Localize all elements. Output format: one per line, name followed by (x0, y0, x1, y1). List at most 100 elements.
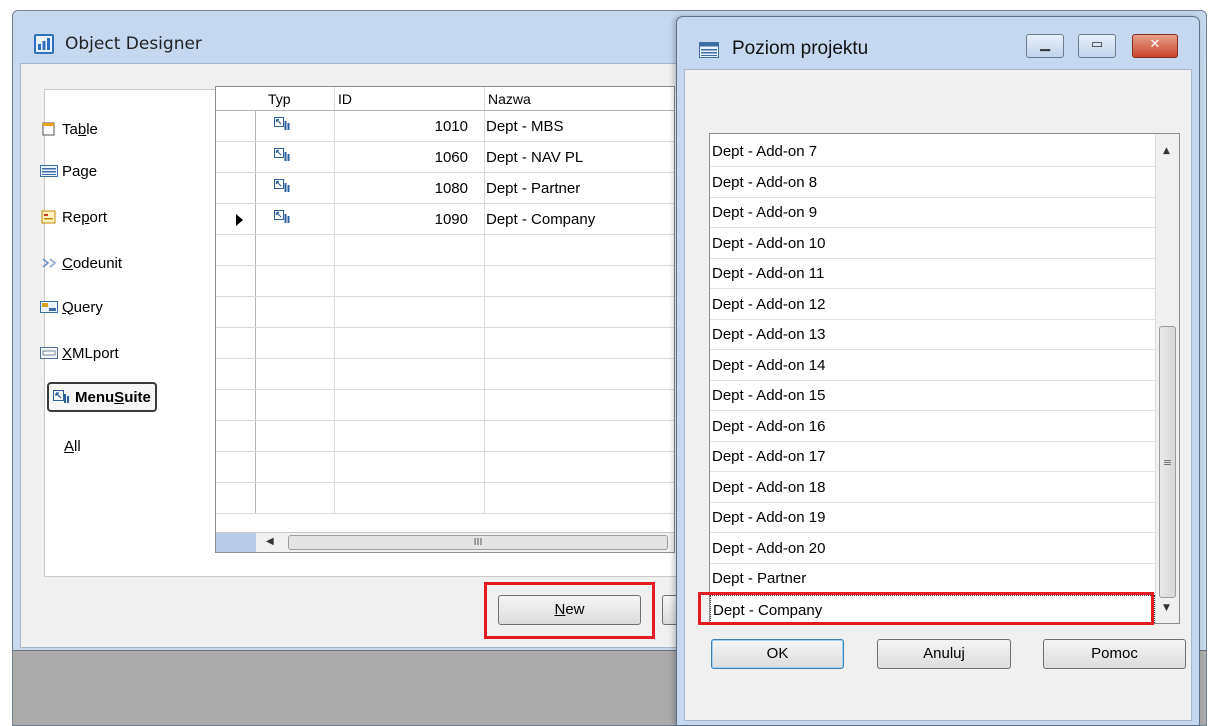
dialog-table-icon (699, 42, 719, 58)
project-level-list[interactable]: Dept - Add-on 7 Dept - Add-on 8 Dept - Add… (709, 133, 1180, 624)
help-button[interactable]: Pomoc (1043, 639, 1186, 669)
table-row[interactable]: 1090 Dept - Company (216, 204, 674, 235)
table-row[interactable] (216, 328, 674, 359)
scroll-up-arrow-icon[interactable]: ▲ (1163, 146, 1170, 156)
list-item[interactable]: Dept - Add-on 12 (710, 290, 1155, 320)
list-item[interactable]: Dept - Add-on 14 (710, 351, 1155, 381)
maximize-icon: ▭ (1090, 37, 1104, 52)
type-table[interactable]: Table (40, 116, 98, 142)
table-row[interactable] (216, 390, 674, 421)
horizontal-scroll-thumb[interactable]: III (288, 535, 668, 550)
object-designer-icon (34, 34, 54, 54)
list-item[interactable]: Dept - Add-on 8 (710, 168, 1155, 198)
ok-button[interactable]: OK (711, 639, 844, 669)
column-divider (334, 111, 335, 141)
list-item[interactable]: Dept - Add-on 20 (710, 534, 1155, 564)
list-item[interactable]: Dept - Partner (710, 564, 1155, 594)
list-item[interactable]: Dept - Add-on 7 (710, 137, 1155, 167)
type-page[interactable]: Page (40, 158, 97, 184)
row-selector[interactable] (216, 235, 256, 265)
column-divider (334, 173, 335, 203)
type-table-label: Table (62, 120, 98, 138)
vertical-scrollbar[interactable]: ▲ ≡ ▼ (1155, 134, 1179, 623)
column-divider (484, 359, 485, 389)
column-header-name[interactable]: Nazwa (488, 91, 531, 107)
page-icon (40, 165, 58, 177)
row-selector[interactable] (216, 483, 256, 513)
table-row[interactable] (216, 421, 674, 452)
list-item[interactable]: Dept - Add-on 9 (710, 198, 1155, 228)
row-selector[interactable] (216, 173, 256, 203)
list-item[interactable]: Dept - Add-on 17 (710, 442, 1155, 472)
row-selector[interactable] (216, 111, 256, 141)
cell-id: 1060 (434, 149, 468, 166)
type-menusuite[interactable]: MenuSuite (47, 382, 157, 412)
column-divider (334, 359, 335, 389)
row-selector[interactable] (216, 452, 256, 482)
column-divider (484, 173, 485, 203)
type-query[interactable]: Query (40, 294, 103, 320)
minimize-icon: ▁ (1040, 37, 1050, 52)
close-button[interactable]: ✕ (1132, 34, 1178, 58)
menusuite-icon (274, 148, 290, 162)
column-divider (334, 87, 335, 110)
list-item[interactable]: Dept - Add-on 18 (710, 473, 1155, 503)
row-selector[interactable] (216, 390, 256, 420)
row-selector[interactable] (216, 266, 256, 296)
column-divider (484, 390, 485, 420)
type-report[interactable]: Report (40, 204, 107, 230)
table-row[interactable] (216, 483, 674, 514)
column-divider (334, 204, 335, 234)
cell-id: 1010 (434, 118, 468, 135)
column-divider (484, 142, 485, 172)
menusuite-icon (274, 210, 290, 224)
type-codeunit[interactable]: Codeunit (40, 250, 122, 276)
column-divider (484, 328, 485, 358)
list-item[interactable]: Dept - Add-on 15 (710, 381, 1155, 411)
current-row-pointer-icon (236, 214, 243, 226)
horizontal-scrollbar[interactable]: ◀ III (216, 532, 674, 552)
minimize-button[interactable]: ▁ (1026, 34, 1064, 58)
close-icon: ✕ (1149, 37, 1161, 52)
row-selector[interactable] (216, 142, 256, 172)
row-selector[interactable] (216, 297, 256, 327)
list-item[interactable]: Dept - Add-on 10 (710, 229, 1155, 259)
row-selector[interactable] (216, 421, 256, 451)
column-divider (484, 111, 485, 141)
row-selector[interactable] (216, 328, 256, 358)
column-divider (484, 235, 485, 265)
maximize-button[interactable]: ▭ (1078, 34, 1116, 58)
vertical-scroll-thumb[interactable]: ≡ (1159, 326, 1176, 598)
column-divider (334, 421, 335, 451)
type-menusuite-label: MenuSuite (75, 388, 151, 406)
company-item-highlight-box (698, 592, 1154, 625)
column-divider (484, 297, 485, 327)
column-divider (484, 87, 485, 110)
table-row[interactable] (216, 266, 674, 297)
menusuite-icon (274, 179, 290, 193)
scroll-down-arrow-icon[interactable]: ▼ (1163, 603, 1170, 613)
table-row[interactable] (216, 359, 674, 390)
type-all[interactable]: All (64, 433, 81, 459)
table-row[interactable] (216, 452, 674, 483)
list-item[interactable]: Dept - Add-on 11 (710, 259, 1155, 289)
list-item[interactable]: Dept - Add-on 13 (710, 320, 1155, 350)
list-item[interactable]: Dept - Add-on 16 (710, 412, 1155, 442)
type-xmlport[interactable]: XMLport (40, 340, 119, 366)
menusuite-icon (274, 117, 290, 131)
table-row[interactable] (216, 297, 674, 328)
table-row[interactable]: 1080 Dept - Partner (216, 173, 674, 204)
query-icon (40, 301, 58, 313)
table-row[interactable] (216, 235, 674, 266)
table-row[interactable]: 1060 Dept - NAV PL (216, 142, 674, 173)
column-divider (484, 452, 485, 482)
column-header-id[interactable]: ID (338, 91, 352, 107)
row-selector[interactable] (216, 359, 256, 389)
scroll-left-arrow-icon[interactable]: ◀ (266, 536, 274, 547)
cancel-button[interactable]: Anuluj (877, 639, 1011, 669)
column-header-typ[interactable]: Typ (268, 91, 291, 107)
list-item[interactable]: Dept - Add-on 19 (710, 503, 1155, 533)
column-divider (484, 421, 485, 451)
type-codeunit-label: Codeunit (62, 254, 123, 272)
table-row[interactable]: 1010 Dept - MBS (216, 111, 674, 142)
